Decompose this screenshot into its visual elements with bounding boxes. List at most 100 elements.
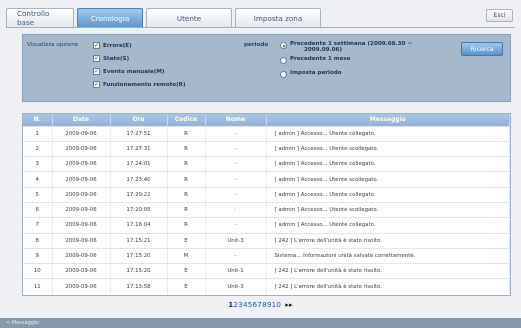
radio-last-month-label: Precedente 1 mese (290, 56, 351, 62)
cell-name: Unit-3 (205, 278, 267, 295)
status-label: < Messaggio: (6, 320, 40, 326)
cell-message: Sistema... Informazioni unità salvate co… (266, 247, 510, 264)
table-row[interactable]: 5 2009-09-06 17:20:22 R - [ admin ] Acce… (23, 186, 510, 203)
tab-imposta-zona[interactable]: Imposta zona (235, 8, 321, 27)
col-header-message[interactable]: Messaggio (266, 114, 510, 126)
cell-n: 1 (23, 125, 53, 142)
cell-time: 17:23:40 (110, 171, 168, 188)
cell-time: 17:13:58 (110, 278, 168, 295)
radio-last-month-button[interactable] (280, 57, 287, 64)
cell-name: - (205, 140, 267, 157)
table-row[interactable]: 10 2009-09-06 17:15:20 E Unit-1 [ 242 ] … (23, 263, 510, 279)
cell-name: - (205, 156, 267, 172)
radio-set-period-button[interactable] (280, 71, 287, 78)
cell-time: 17:15:20 (110, 247, 168, 264)
table-header-row: N. Date Ora Codice Nome Messaggio (23, 114, 510, 126)
cell-message: [ admin ] Accesso... Utente scollegato. (266, 140, 510, 157)
cell-name: - (205, 201, 267, 218)
cell-time: 17:20:22 (110, 186, 168, 203)
cell-n: 3 (23, 156, 53, 172)
cell-n: 2 (23, 140, 53, 157)
tab-utente[interactable]: Utente (146, 8, 232, 27)
col-header-date[interactable]: Date (52, 114, 111, 126)
checkbox-error-box[interactable]: ✓ (93, 42, 100, 49)
cell-date: 2009-09-06 (52, 125, 111, 142)
cell-code: E (167, 232, 206, 249)
table-row[interactable]: 2 2009-09-06 17:27:31 R - [ admin ] Acce… (23, 140, 510, 157)
cell-n: 7 (23, 217, 53, 234)
cell-date: 2009-09-06 (52, 171, 111, 188)
cell-code: E (167, 263, 206, 279)
table-row[interactable]: 9 2009-09-06 17:15:20 M - Sistema... Inf… (23, 247, 510, 264)
history-table: N. Date Ora Codice Nome Messaggio 1 2009… (22, 113, 511, 296)
checkbox-state[interactable]: ✓ Stato(S) (93, 55, 129, 62)
search-button[interactable]: Ricerca (461, 42, 503, 56)
cell-date: 2009-09-06 (52, 201, 111, 218)
cell-code: M (167, 247, 206, 264)
period-label: periodo (244, 42, 269, 48)
page-link-10[interactable]: 10 (272, 300, 282, 309)
cell-code: R (167, 140, 206, 157)
cell-message: [ 242 ] L'errore dell'unità è stato riso… (266, 263, 510, 279)
table-row[interactable]: 7 2009-09-06 17:16:04 R - [ admin ] Acce… (23, 217, 510, 234)
col-header-code[interactable]: Codice (167, 114, 206, 126)
filter-panel: Visualizza opzione ✓ Errore(E) ✓ Stato(S… (22, 34, 511, 102)
next-pages-icon[interactable]: ▸▸ (285, 300, 293, 309)
cell-message: [ admin ] Accesso... Utente collegato. (266, 156, 510, 172)
cell-code: R (167, 125, 206, 142)
cell-name: - (205, 125, 267, 142)
pagination: 12345678910 ▸▸ (0, 300, 521, 309)
radio-last-week-button[interactable] (280, 42, 287, 49)
cell-message: [ admin ] Accesso... Utente collegato. (266, 186, 510, 203)
tab-controllo-base[interactable]: Controllo base (6, 8, 74, 27)
radio-set-period[interactable]: Imposta periodo (280, 70, 342, 78)
table-row[interactable]: 3 2009-09-06 17:24:01 R - [ admin ] Acce… (23, 156, 510, 172)
checkbox-state-box[interactable]: ✓ (93, 55, 100, 62)
cell-code: R (167, 201, 206, 218)
table-row[interactable]: 6 2009-09-06 17:20:05 R - [ admin ] Acce… (23, 201, 510, 218)
table-row[interactable]: 8 2009-09-06 17:15:21 E Unit-3 [ 242 ] L… (23, 232, 510, 249)
cell-date: 2009-09-06 (52, 247, 111, 264)
cell-date: 2009-09-06 (52, 156, 111, 172)
table-row[interactable]: 11 2009-09-06 17:13:58 E Unit-3 [ 242 ] … (23, 278, 510, 295)
exit-button[interactable]: Esci (486, 9, 513, 22)
radio-last-week[interactable]: Precedente 1 settimana (2009.08.30 ~ 200… (280, 41, 412, 54)
radio-last-month[interactable]: Precedente 1 mese (280, 56, 351, 64)
tab-cronologia[interactable]: Cronologia (77, 8, 143, 27)
cell-date: 2009-09-06 (52, 263, 111, 279)
cell-message: [ admin ] Accesso... Utente collegato. (266, 125, 510, 142)
radio-last-week-label: Precedente 1 settimana (2009.08.30 ~ 200… (290, 41, 413, 54)
col-header-time[interactable]: Ora (110, 114, 168, 126)
table-row[interactable]: 1 2009-09-06 17:27:51 R - [ admin ] Acce… (23, 125, 510, 142)
cell-time: 17:16:04 (110, 217, 168, 234)
checkbox-state-label: Stato(S) (103, 55, 130, 62)
cell-code: R (167, 156, 206, 172)
checkbox-remote[interactable]: ✓ Funzionamento remoto(R) (93, 81, 186, 88)
cell-time: 17:27:31 (110, 140, 168, 157)
checkbox-error[interactable]: ✓ Errore(E) (93, 42, 132, 49)
cell-code: E (167, 278, 206, 295)
cell-time: 17:27:51 (110, 125, 168, 142)
checkbox-manual-event-label: Evento manuale(M) (103, 68, 165, 75)
tab-bar: Controllo base Cronologia Utente Imposta… (6, 8, 321, 27)
cell-time: 17:15:21 (110, 232, 168, 249)
checkbox-manual-event-box[interactable]: ✓ (93, 68, 100, 75)
cell-code: R (167, 171, 206, 188)
checkbox-manual-event[interactable]: ✓ Evento manuale(M) (93, 68, 164, 75)
cell-message: [ 242 ] L'errore dell'unità è stato riso… (266, 278, 510, 295)
message-status-bar: < Messaggio: (0, 318, 521, 328)
cell-message: [ admin ] Accesso... Utente collegato. (266, 217, 510, 234)
cell-name: - (205, 217, 267, 234)
cell-message: [ admin ] Accesso... Utente scollegato. (266, 171, 510, 188)
cell-date: 2009-09-06 (52, 140, 111, 157)
cell-time: 17:15:20 (110, 263, 168, 279)
col-header-n[interactable]: N. (23, 114, 53, 126)
cell-code: R (167, 217, 206, 234)
cell-date: 2009-09-06 (52, 217, 111, 234)
table-row[interactable]: 4 2009-09-06 17:23:40 R - [ admin ] Acce… (23, 171, 510, 188)
col-header-name[interactable]: Nome (205, 114, 267, 126)
cell-code: R (167, 186, 206, 203)
cell-name: - (205, 171, 267, 188)
checkbox-remote-box[interactable]: ✓ (93, 81, 100, 88)
cell-date: 2009-09-06 (52, 232, 111, 249)
